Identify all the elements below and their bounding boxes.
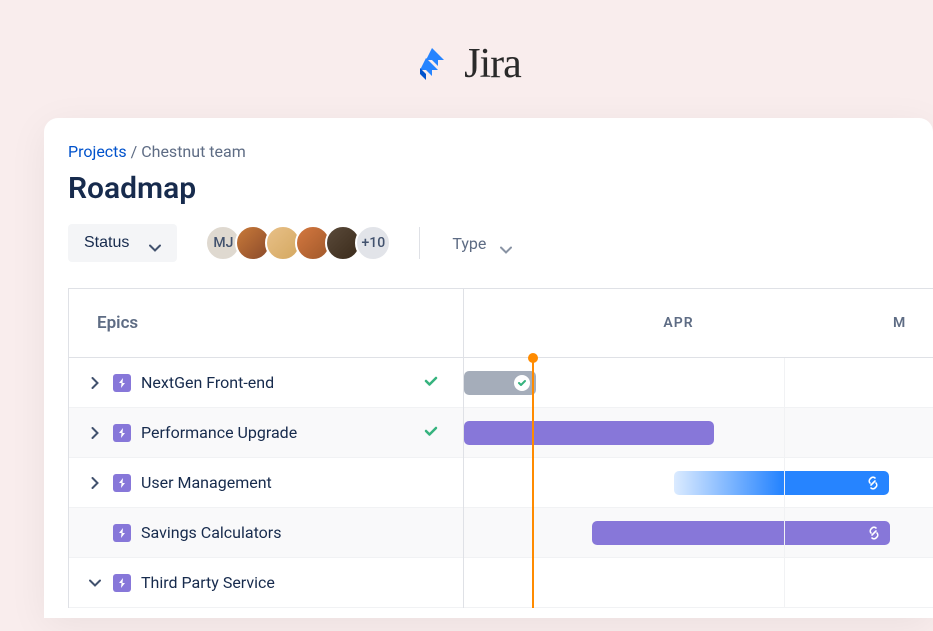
check-circle-icon <box>514 375 530 391</box>
status-filter-label: Status <box>84 234 129 252</box>
epic-icon <box>113 374 131 392</box>
month-label: APR <box>464 315 893 331</box>
status-filter-button[interactable]: Status <box>68 224 177 262</box>
epic-row[interactable]: User Management <box>69 458 463 508</box>
timeline-body <box>464 358 933 608</box>
epic-row[interactable]: Performance Upgrade <box>69 408 463 458</box>
epic-name: Performance Upgrade <box>141 423 413 442</box>
today-dot-icon <box>528 353 538 363</box>
epic-icon <box>113 424 131 442</box>
check-icon <box>423 423 439 443</box>
brand-logo: Jira <box>0 0 933 118</box>
timeline-row[interactable] <box>464 358 933 408</box>
epic-name: NextGen Front-end <box>141 373 413 392</box>
timeline-header: APR M <box>464 289 933 358</box>
timeline-row[interactable] <box>464 508 933 558</box>
chevron-down-icon[interactable] <box>87 575 103 591</box>
link-icon <box>865 475 881 491</box>
timeline-bar[interactable] <box>592 521 890 545</box>
epic-row[interactable]: Savings Calculators <box>69 508 463 558</box>
epic-icon <box>113 474 131 492</box>
timeline-row[interactable] <box>464 408 933 458</box>
epic-icon <box>113 574 131 592</box>
month-label: M <box>893 315 933 331</box>
brand-name: Jira <box>464 40 521 88</box>
toolbar: Status MJ +10 Type <box>68 224 933 262</box>
type-filter-label: Type <box>452 234 486 253</box>
epic-row[interactable]: NextGen Front-end <box>69 358 463 408</box>
breadcrumb: Projects / Chestnut team <box>68 142 933 161</box>
epic-name: User Management <box>141 473 445 492</box>
type-filter-button[interactable]: Type <box>448 226 516 261</box>
breadcrumb-team: Chestnut team <box>141 142 246 161</box>
epic-row[interactable]: Third Party Service <box>69 558 463 608</box>
epics-column-header: Epics <box>69 289 463 358</box>
roadmap-grid: Epics NextGen Front-end Performance Upgra… <box>68 288 933 608</box>
chevron-down-icon <box>149 239 161 247</box>
avatar-overflow[interactable]: +10 <box>355 225 391 261</box>
epic-name: Third Party Service <box>141 573 445 592</box>
timeline-row[interactable] <box>464 458 933 508</box>
today-indicator <box>532 358 534 608</box>
epic-icon <box>113 524 131 542</box>
epic-name: Savings Calculators <box>141 523 445 542</box>
link-icon <box>866 525 882 541</box>
breadcrumb-projects-link[interactable]: Projects <box>68 142 127 161</box>
timeline-bar[interactable] <box>464 421 714 445</box>
chevron-down-icon <box>500 239 512 247</box>
jira-icon <box>412 44 452 84</box>
check-icon <box>423 373 439 393</box>
chevron-right-icon[interactable] <box>87 475 103 491</box>
chevron-right-icon[interactable] <box>87 425 103 441</box>
epics-column: Epics NextGen Front-end Performance Upgra… <box>68 289 464 608</box>
page-title: Roadmap <box>68 171 933 206</box>
timeline-column: APR M <box>464 289 933 608</box>
app-window: Projects / Chestnut team Roadmap Status … <box>44 118 933 618</box>
avatar-stack[interactable]: MJ +10 <box>205 225 391 261</box>
month-divider <box>784 358 785 608</box>
toolbar-divider <box>419 227 420 259</box>
timeline-row[interactable] <box>464 558 933 608</box>
timeline-bar[interactable] <box>674 471 889 495</box>
timeline-bar[interactable] <box>464 371 536 395</box>
chevron-right-icon[interactable] <box>87 375 103 391</box>
